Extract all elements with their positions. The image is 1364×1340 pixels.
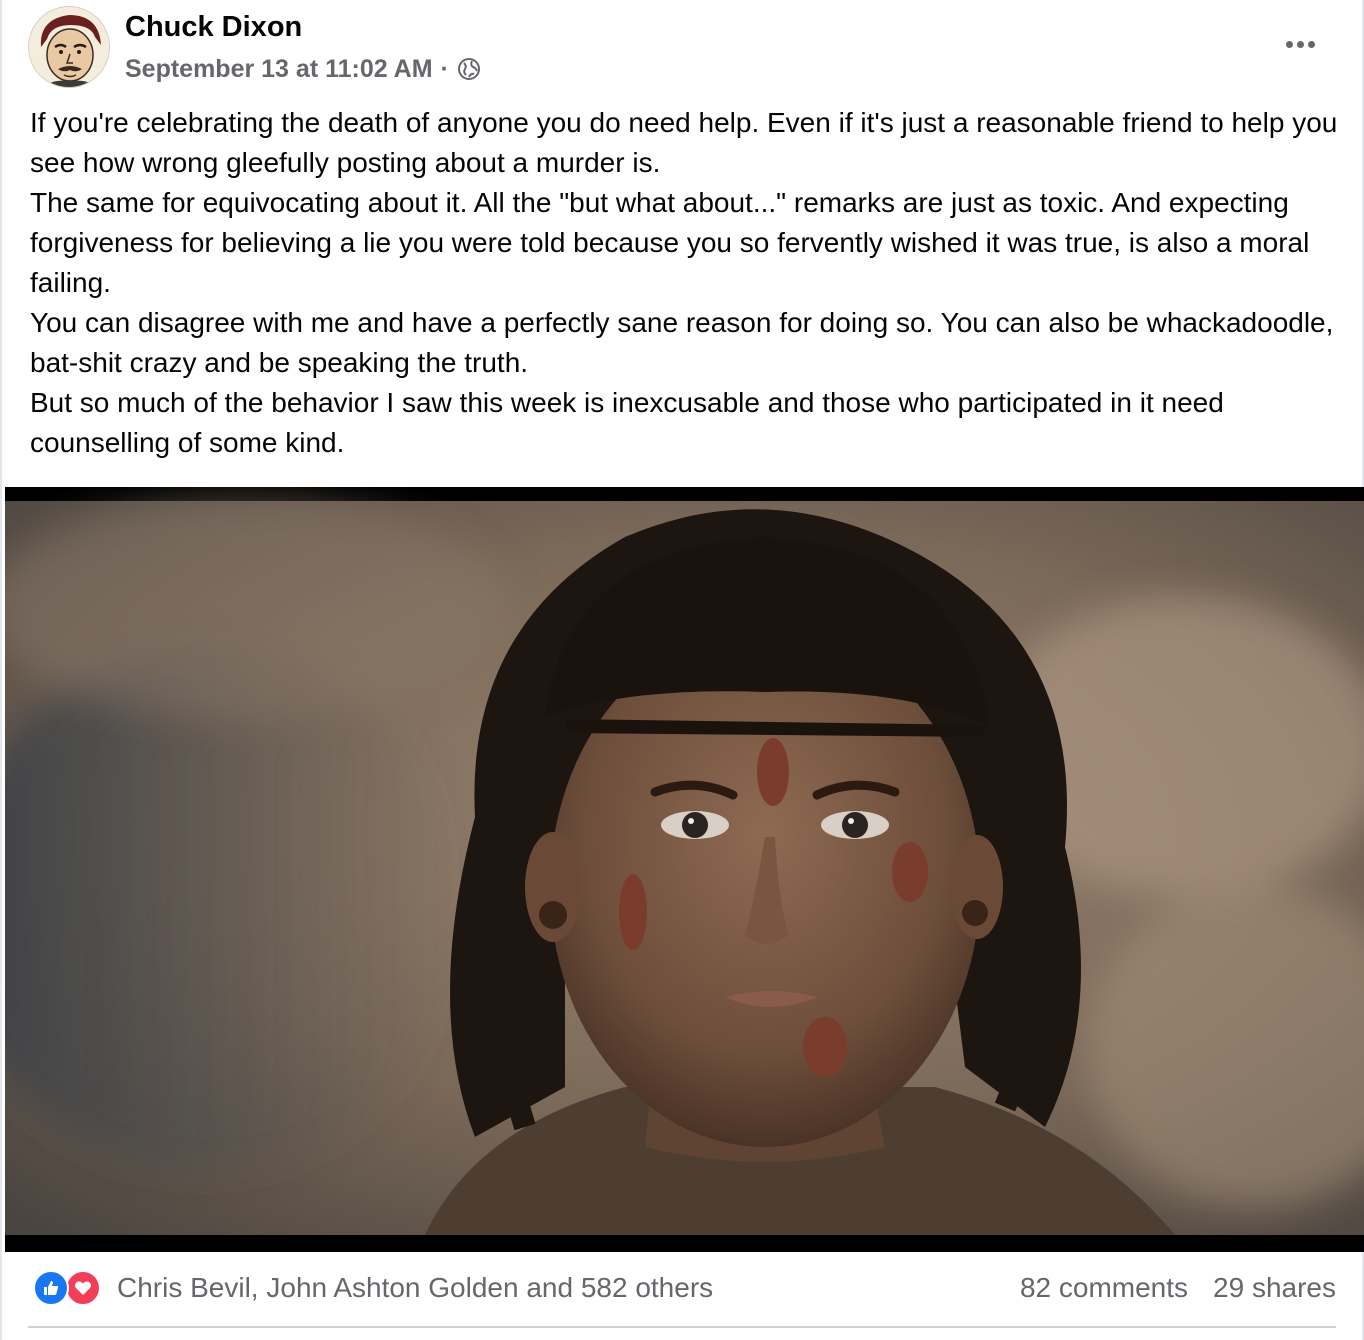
more-horizontal-icon[interactable] (1280, 26, 1320, 62)
reactions-text[interactable]: Chris Bevil, John Ashton Golden and 582 … (117, 1272, 713, 1304)
caricature-avatar-image (29, 7, 109, 87)
post-timestamp[interactable]: September 13 at 11:02 AM (125, 55, 433, 84)
post-header: Chuck Dixon September 13 at 11:02 AM · (2, 0, 1362, 100)
portrait-photo-image (5, 487, 1364, 1252)
reaction-icons (33, 1269, 107, 1307)
post-footer: Chris Bevil, John Ashton Golden and 582 … (2, 1252, 1362, 1328)
post-paragraph: But so much of the behavior I saw this w… (30, 387, 1224, 458)
engagement-counts: 82 comments 29 shares (1020, 1268, 1336, 1308)
post-photo[interactable] (5, 487, 1364, 1252)
facebook-post: Chuck Dixon September 13 at 11:02 AM · I… (0, 0, 1364, 1340)
footer-divider (28, 1326, 1336, 1328)
post-paragraph: You can disagree with me and have a perf… (30, 307, 1334, 378)
love-icon (65, 1270, 101, 1306)
post-meta: September 13 at 11:02 AM · (125, 53, 481, 85)
like-icon (33, 1270, 69, 1306)
author-avatar[interactable] (28, 6, 110, 88)
comments-count[interactable]: 82 comments (1020, 1272, 1188, 1304)
globe-icon[interactable] (457, 57, 481, 81)
post-text: If you're celebrating the death of anyon… (30, 103, 1340, 463)
author-name[interactable]: Chuck Dixon (125, 11, 302, 44)
shares-count[interactable]: 29 shares (1213, 1272, 1336, 1304)
reactions-summary[interactable]: Chris Bevil, John Ashton Golden and 582 … (33, 1268, 713, 1308)
post-paragraph: The same for equivocating about it. All … (30, 187, 1310, 298)
meta-separator: · (440, 54, 449, 83)
post-paragraph: If you're celebrating the death of anyon… (30, 107, 1338, 178)
